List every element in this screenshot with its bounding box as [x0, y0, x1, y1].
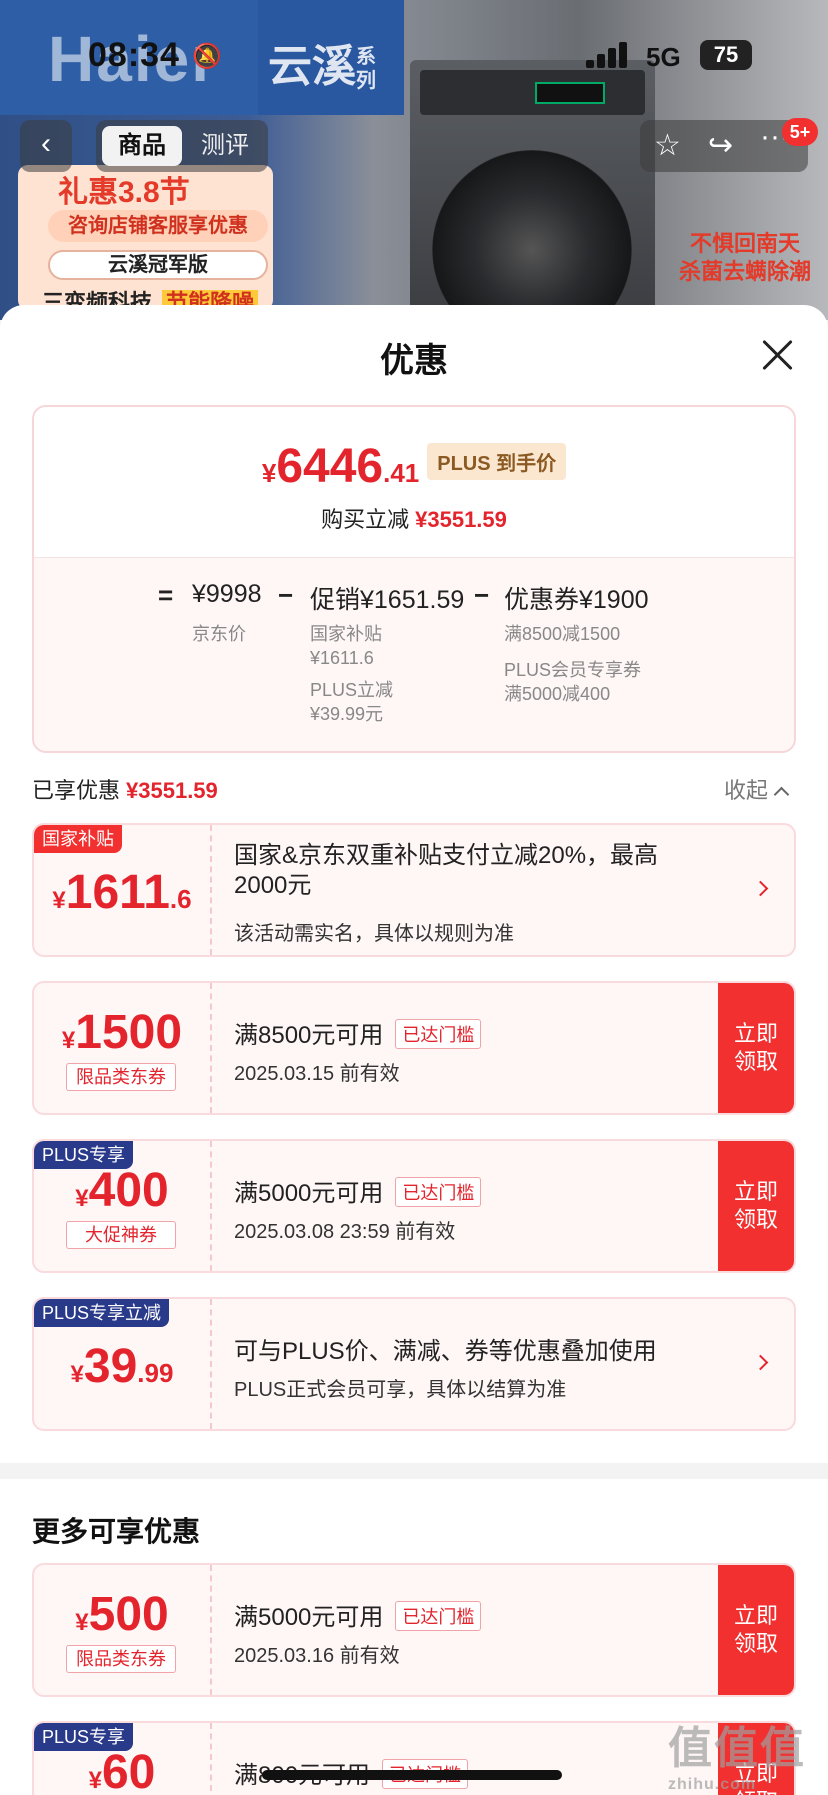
close-icon[interactable]: [758, 335, 798, 375]
coupon-expiry: 2025.03.16 前有效: [234, 1645, 400, 1667]
threshold-badge: 已达门槛: [395, 1177, 482, 1207]
coupon-title: 国家&京东双重补贴支付立减20%，最高 2000元: [234, 842, 659, 899]
coupon-desc: 该活动需实名，具体以规则为准: [234, 923, 514, 945]
coupon-tag: PLUS专享立减: [34, 1299, 170, 1327]
enjoyed-discount: 已享优惠 ¥3551.59: [32, 778, 218, 803]
discount-sheet: 优惠 ¥6446.41 PLUS 到手价 购买立减 ¥3551.59 = ¥9998…: [0, 305, 828, 1795]
chevron-right-icon: [752, 880, 769, 897]
price-summary-card: ¥6446.41 PLUS 到手价 购买立减 ¥3551.59 = ¥9998 京东…: [32, 405, 796, 753]
tab-product[interactable]: 商品: [102, 126, 182, 166]
mute-icon: 🔕: [192, 43, 222, 70]
coupon-desc: PLUS正式会员可享，具体以结算为准: [234, 1379, 567, 1401]
back-button[interactable]: ‹: [20, 120, 72, 172]
promo-sticker-right: 不惧回南天 杀菌去螨除潮: [678, 231, 811, 284]
battery-icon: 75: [700, 40, 752, 70]
claim-button[interactable]: 立即领取: [718, 1141, 794, 1271]
promo-sticker: 礼惠3.8节 咨询店铺客服享优惠 云溪冠军版 三变频科技 节能降噪: [18, 165, 273, 315]
coupon-amount: ¥500: [75, 1588, 169, 1641]
section-divider: [0, 1463, 828, 1479]
more-discounts-title: 更多可享优惠: [32, 1516, 201, 1547]
coupon-national-subsidy[interactable]: 国家补贴 ¥1611.6 国家&京东双重补贴支付立减20%，最高 2000元 该活…: [32, 823, 796, 957]
coupon-1500: ¥1500 限品类东券 满8500元可用 已达门槛 2025.03.15 前有效 …: [32, 981, 796, 1115]
threshold-badge: 已达门槛: [395, 1019, 482, 1049]
sheet-title: 优惠: [380, 342, 448, 380]
coupon-type: 限品类东券: [66, 1063, 176, 1091]
favorite-star-icon[interactable]: ☆: [654, 128, 681, 163]
status-bar: 08:34 🔕 5G 75: [0, 0, 828, 110]
tab-bar: 商品 测评: [96, 120, 268, 172]
coupon-plus-reduction[interactable]: PLUS专享立减 ¥39.99 可与PLUS价、满减、券等优惠叠加使用 PLUS…: [32, 1297, 796, 1431]
threshold-badge: 已达门槛: [395, 1601, 482, 1631]
chevron-left-icon: ‹: [41, 127, 51, 160]
promo-amount: 促销¥1651.59: [310, 586, 465, 614]
coupon-amount: ¥39.99: [70, 1340, 174, 1393]
watermark: 值值值 zhihu.com: [668, 1724, 806, 1793]
signal-icon: [586, 40, 630, 68]
coupon-amount: ¥1500: [61, 1006, 183, 1059]
coupon-title: 满5000元可用 已达门槛: [234, 1173, 482, 1208]
coupon-500: ¥500 限品类东券 满5000元可用 已达门槛 2025.03.16 前有效 立…: [32, 1563, 796, 1697]
coupon-title: 可与PLUS价、满减、券等优惠叠加使用: [234, 1338, 657, 1365]
home-indicator[interactable]: [262, 1770, 562, 1780]
coupon-amount: ¥1611.6: [52, 866, 192, 919]
network-type: 5G: [646, 42, 681, 72]
message-badge: 5+: [782, 118, 818, 146]
coupon-amount: 优惠券¥1900: [504, 586, 649, 614]
coupon-400: PLUS专享 ¥400 大促神券 满5000元可用 已达门槛 2025.03.08…: [32, 1139, 796, 1273]
chevron-right-icon: [752, 1354, 769, 1371]
tab-review[interactable]: 测评: [186, 126, 264, 166]
clock: 08:34: [88, 36, 180, 74]
final-price: ¥6446.41 PLUS 到手价: [34, 439, 794, 494]
coupon-expiry: 2025.03.08 23:59 前有效: [234, 1221, 456, 1243]
coupon-amount: ¥60: [88, 1746, 156, 1795]
total-reduction: 购买立减 ¥3551.59: [321, 507, 507, 532]
price-breakdown: = ¥9998 京东价 − 促销¥1651.59 国家补贴 ¥1611.6 PL…: [34, 557, 794, 751]
claim-button[interactable]: 立即领取: [718, 1565, 794, 1695]
coupon-title: 满5000元可用 已达门槛: [234, 1597, 482, 1632]
jd-price: ¥9998: [192, 580, 262, 608]
coupon-expiry: 2025.03.15 前有效: [234, 1063, 400, 1085]
coupon-type: 限品类东券: [66, 1645, 176, 1673]
plus-price-tag: PLUS 到手价: [427, 443, 567, 480]
coupon-amount: ¥400: [75, 1164, 169, 1217]
share-icon[interactable]: ↪: [708, 128, 733, 163]
coupon-tag: 国家补贴: [34, 825, 122, 853]
claim-button[interactable]: 立即领取: [718, 983, 794, 1113]
coupon-type: 大促神券: [66, 1221, 176, 1249]
collapse-button[interactable]: 收起: [724, 773, 790, 805]
chevron-up-icon: [773, 786, 790, 803]
coupon-title: 满8500元可用 已达门槛: [234, 1015, 482, 1050]
